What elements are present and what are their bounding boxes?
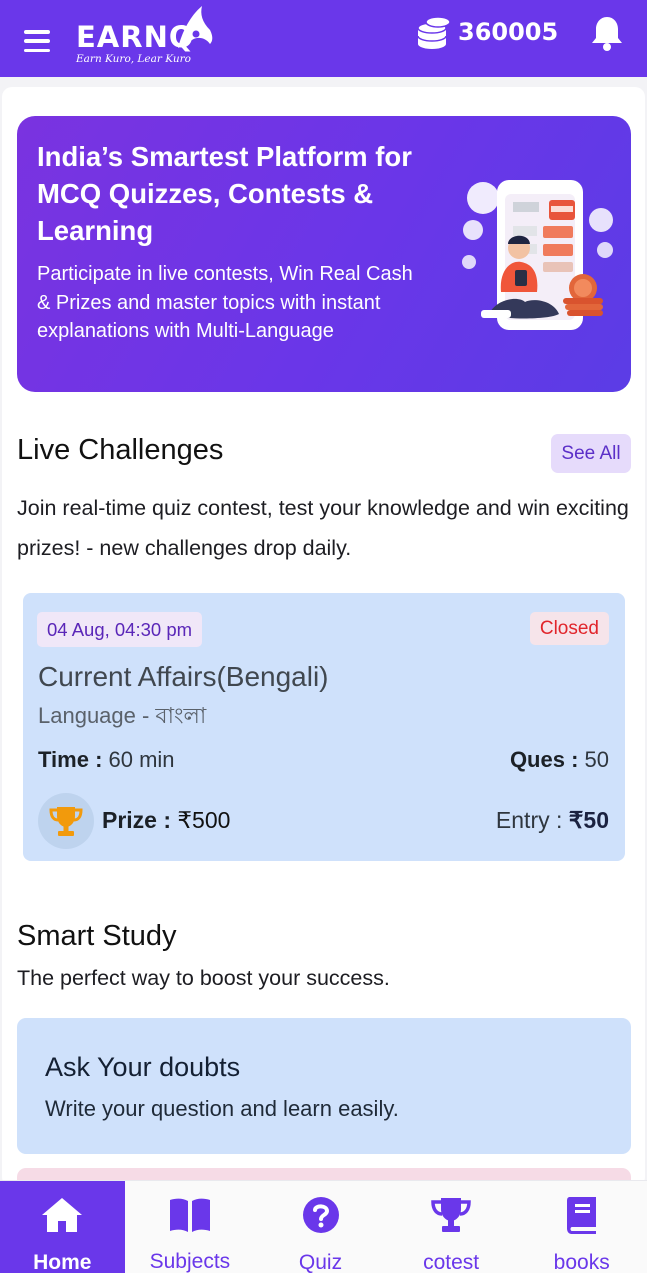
bottom-navigation: Home Subjects Quiz cotest books	[0, 1180, 647, 1273]
challenge-status-badge: Closed	[529, 612, 609, 645]
time-value: 60 min	[102, 747, 175, 772]
ask-doubts-card[interactable]: Ask Your doubts Write your question and …	[17, 1018, 631, 1154]
nav-contest[interactable]: cotest	[386, 1181, 517, 1273]
prize-label: Prize :	[102, 807, 172, 833]
nav-home[interactable]: Home	[0, 1181, 125, 1273]
logo-fin-icon	[178, 6, 213, 48]
coins-icon	[417, 16, 451, 49]
challenge-time: Time : 60 min	[38, 747, 175, 773]
trophy-icon	[429, 1195, 473, 1235]
see-all-button[interactable]: See All	[551, 434, 631, 473]
smart-study-title: Smart Study	[17, 920, 177, 952]
bell-icon[interactable]	[590, 14, 624, 52]
ques-value: 50	[578, 747, 609, 772]
challenge-entry: Entry : ₹50	[496, 807, 609, 834]
nav-subjects-label: Subjects	[149, 1250, 231, 1273]
prize-value: ₹500	[171, 807, 231, 833]
live-challenges-description: Join real-time quiz contest, test your k…	[17, 496, 629, 560]
logo-tagline: Earn Kuro, Lear Kuro	[76, 53, 191, 65]
coin-balance: 360005	[458, 18, 559, 46]
question-circle-icon	[301, 1195, 341, 1235]
challenge-questions: Ques : 50	[510, 747, 609, 773]
hero-description: Participate in live contests, Win Real C…	[37, 263, 413, 342]
challenge-title: Current Affairs(Bengali)	[38, 661, 329, 692]
app-logo[interactable]: EARNQ Earn Kuro, Lear Kuro	[76, 4, 218, 66]
entry-label: Entry :	[495, 807, 569, 833]
challenge-prize: Prize : ₹500	[102, 807, 230, 834]
entry-value: ₹50	[568, 807, 609, 833]
challenge-date-badge: 04 Aug, 04:30 pm	[37, 612, 203, 647]
nav-books[interactable]: books	[516, 1181, 647, 1273]
nav-contest-label: cotest	[423, 1251, 480, 1273]
home-icon	[40, 1195, 84, 1235]
nav-quiz-label: Quiz	[298, 1251, 343, 1273]
hero-title: India’s Smartest Platform for MCQ Quizze…	[37, 141, 412, 246]
nav-subjects[interactable]: Subjects	[125, 1181, 256, 1273]
hero-banner[interactable]: India’s Smartest Platform for MCQ Quizze…	[17, 116, 631, 392]
top-app-bar: EARNQ Earn Kuro, Lear Kuro 360005	[0, 0, 647, 77]
nav-quiz[interactable]: Quiz	[255, 1181, 386, 1273]
trophy-icon	[38, 793, 94, 849]
book-open-icon	[168, 1195, 212, 1234]
ask-doubts-title: Ask Your doubts	[45, 1052, 241, 1082]
hero-illustration	[462, 180, 613, 330]
ask-doubts-description: Write your question and learn easily.	[45, 1096, 399, 1121]
smart-study-description: The perfect way to boost your success.	[17, 966, 390, 990]
live-challenges-title: Live Challenges	[17, 434, 224, 466]
ques-label: Ques :	[509, 747, 579, 772]
nav-home-label: Home	[33, 1251, 92, 1273]
challenge-language: Language - বাংলা	[38, 703, 207, 728]
book-icon	[564, 1195, 600, 1235]
nav-books-label: books	[553, 1251, 610, 1273]
time-label: Time :	[38, 747, 103, 772]
challenge-card[interactable]: 04 Aug, 04:30 pm Closed Current Affairs(…	[23, 593, 625, 861]
menu-icon[interactable]	[24, 30, 50, 52]
